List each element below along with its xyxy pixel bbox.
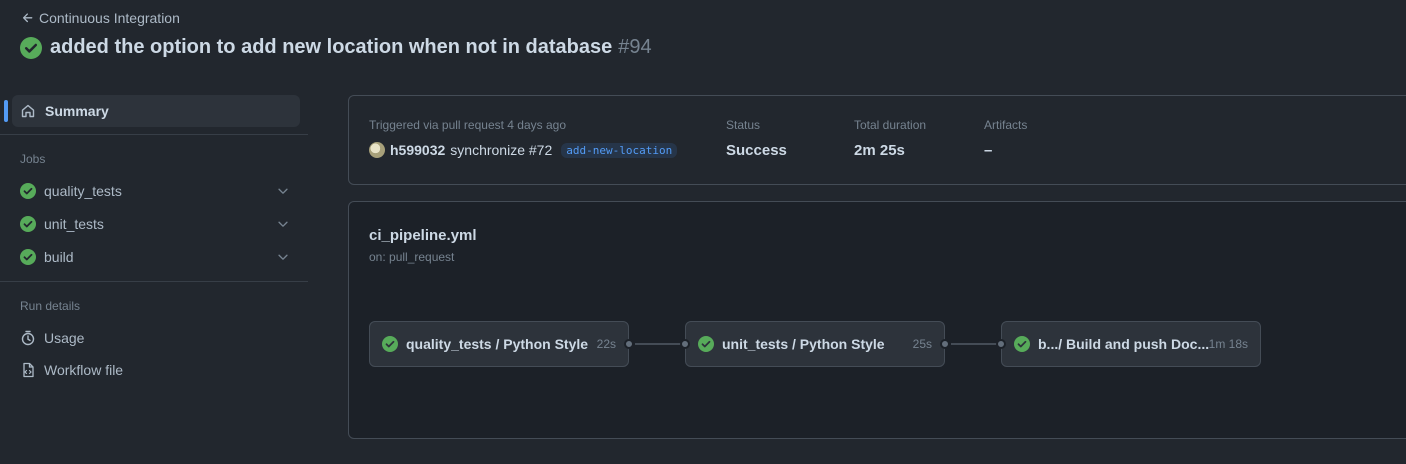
job-node-label: unit_tests / Python Style	[722, 336, 885, 352]
active-indicator	[4, 100, 8, 122]
chevron-down-icon[interactable]	[276, 184, 290, 198]
sidebar-item-job[interactable]: build	[12, 242, 300, 272]
artifacts-column: Artifacts –	[984, 118, 1027, 159]
success-check-icon	[20, 216, 36, 232]
sidebar-item-label: Summary	[45, 103, 109, 119]
job-node-unit-tests[interactable]: unit_tests / Python Style 25s	[680, 321, 950, 367]
duration-value: 2m 25s	[854, 142, 905, 159]
sidebar-item-label: Workflow file	[44, 362, 124, 378]
success-check-icon	[1014, 336, 1030, 352]
job-node-label: b.../ Build and push Doc...	[1038, 336, 1210, 352]
job-node-build[interactable]: b.../ Build and push Doc... 1m 18s	[996, 321, 1261, 367]
sidebar-divider	[0, 281, 308, 282]
trigger-column: Triggered via pull request 4 days ago h5…	[369, 118, 678, 158]
job-node-duration: 25s	[912, 337, 932, 351]
stopwatch-icon	[21, 330, 35, 346]
status-label: Status	[726, 118, 761, 132]
duration-column: Total duration 2m 25s	[854, 118, 926, 159]
run-title: added the option to add new location whe…	[50, 36, 652, 58]
connector-port	[940, 339, 950, 349]
back-to-workflow-link[interactable]: Continuous Integration	[21, 10, 180, 26]
actor-link[interactable]: h599032	[390, 142, 445, 158]
page-title: added the option to add new location whe…	[20, 36, 652, 59]
job-label: build	[44, 249, 74, 265]
chevron-down-icon[interactable]	[276, 250, 290, 264]
jobs-heading: Jobs	[20, 152, 46, 166]
sidebar-item-usage[interactable]: Usage	[12, 323, 300, 353]
job-node-duration: 22s	[596, 337, 616, 351]
artifacts-label: Artifacts	[984, 118, 1028, 132]
duration-label: Total duration	[854, 118, 927, 132]
success-check-icon	[20, 36, 42, 59]
artifacts-value: –	[984, 142, 993, 159]
job-connector	[951, 343, 1001, 345]
success-check-icon	[382, 336, 398, 352]
connector-port	[680, 339, 690, 349]
sidebar-divider	[0, 134, 308, 135]
branch-badge[interactable]: add-new-location	[561, 142, 678, 158]
job-node-label: quality_tests / Python Style	[406, 336, 589, 352]
sidebar-item-summary[interactable]: Summary	[4, 95, 300, 127]
file-code-icon	[23, 362, 34, 378]
workflow-graph: ci_pipeline.yml on: pull_request quality…	[348, 201, 1406, 439]
job-connector	[635, 343, 685, 345]
sidebar-item-job[interactable]: unit_tests	[12, 209, 300, 239]
trigger-label: Triggered via pull request 4 days ago	[369, 118, 567, 132]
success-check-icon	[20, 249, 36, 265]
workflow-file-name[interactable]: ci_pipeline.yml	[369, 227, 477, 244]
home-icon	[21, 104, 35, 118]
run-details-heading: Run details	[20, 299, 81, 313]
success-check-icon	[20, 183, 36, 199]
job-label: quality_tests	[44, 183, 122, 199]
run-summary-card: Triggered via pull request 4 days ago h5…	[348, 95, 1406, 185]
status-value: Success	[726, 142, 787, 159]
avatar[interactable]	[369, 142, 385, 158]
success-check-icon	[698, 336, 714, 352]
event-link[interactable]: synchronize #72	[450, 142, 552, 158]
connector-port	[624, 339, 634, 349]
back-link-label: Continuous Integration	[39, 10, 180, 26]
run-number: #94	[618, 36, 652, 58]
job-node-quality-tests[interactable]: quality_tests / Python Style 22s	[369, 321, 634, 367]
chevron-down-icon[interactable]	[276, 217, 290, 231]
job-node-duration: 1m 18s	[1208, 337, 1248, 351]
workflow-trigger: on: pull_request	[369, 250, 455, 264]
sidebar-item-label: Usage	[44, 330, 85, 346]
arrow-left-icon	[22, 13, 33, 23]
sidebar-item-workflow-file[interactable]: Workflow file	[12, 355, 300, 385]
connector-port	[996, 339, 1006, 349]
job-label: unit_tests	[44, 216, 104, 232]
sidebar-item-job[interactable]: quality_tests	[12, 176, 300, 206]
status-column: Status Success	[726, 118, 787, 159]
